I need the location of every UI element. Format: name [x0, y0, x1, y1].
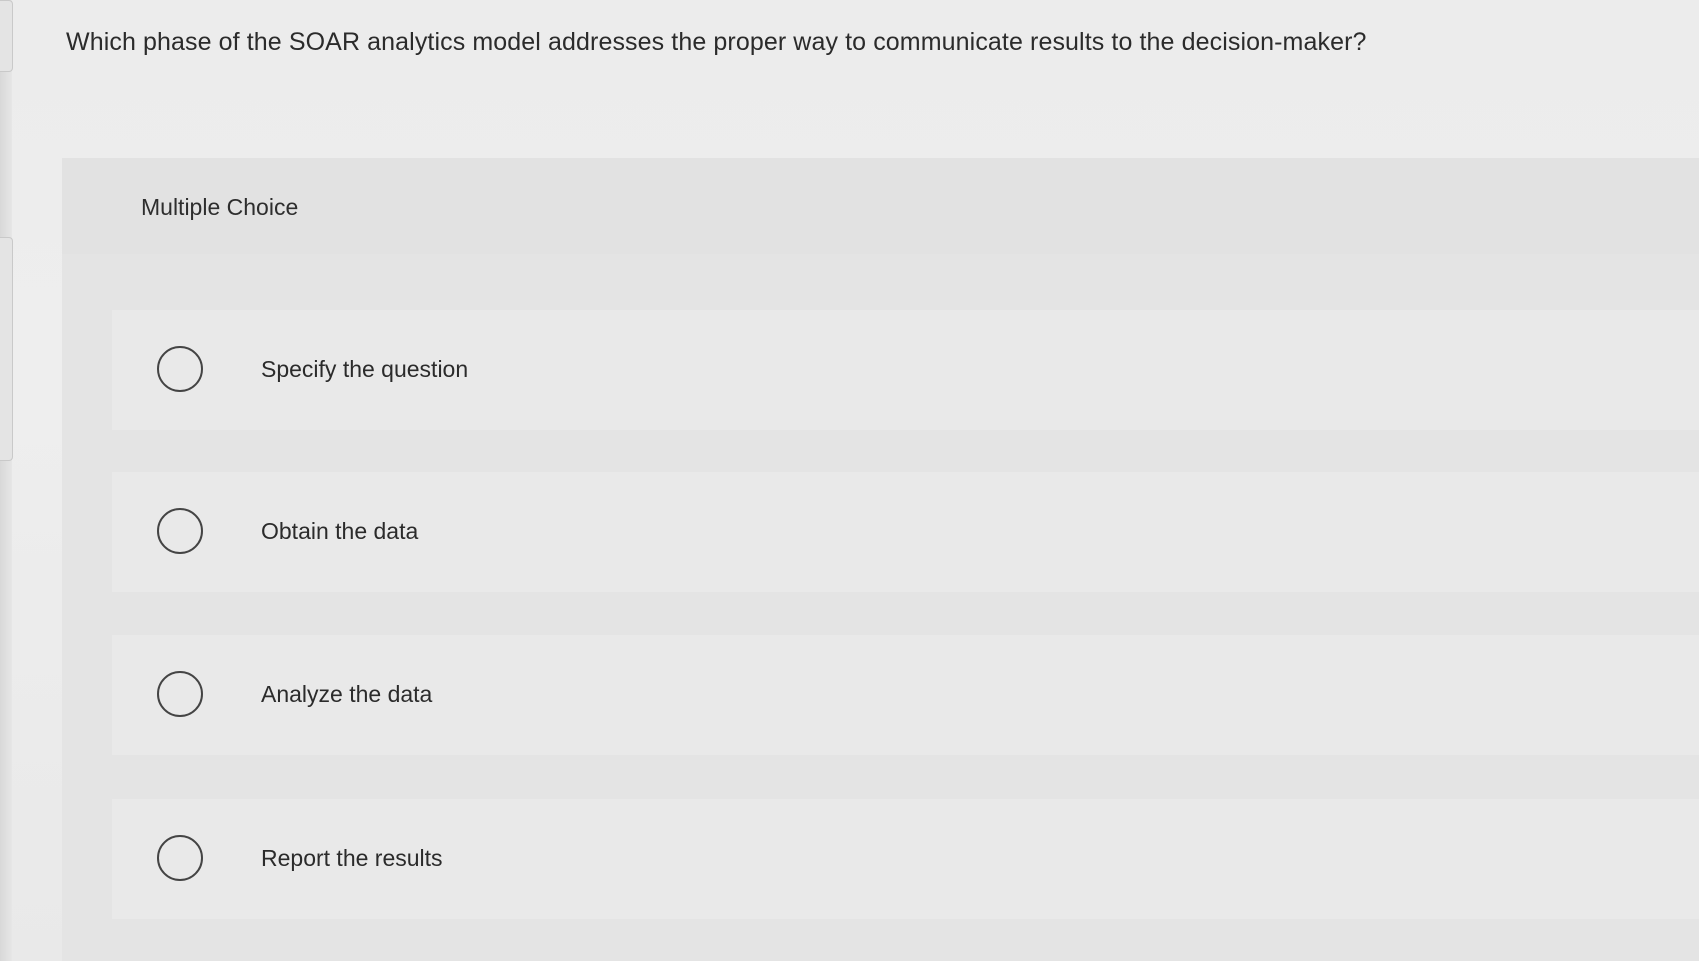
answer-option-obtain-data[interactable]: Obtain the data [112, 472, 1699, 592]
left-edge [0, 0, 12, 961]
left-edge-tab [0, 237, 13, 461]
radio-button[interactable] [157, 346, 203, 392]
question-text: Which phase of the SOAR analytics model … [66, 28, 1367, 56]
answer-option-label[interactable]: Obtain the data [261, 518, 418, 545]
radio-button[interactable] [157, 671, 203, 717]
answer-option-label[interactable]: Analyze the data [261, 681, 432, 708]
answer-option-label[interactable]: Report the results [261, 845, 443, 872]
multiple-choice-label: Multiple Choice [141, 194, 299, 220]
left-edge-tab [0, 0, 13, 72]
multiple-choice-header: Multiple Choice [62, 158, 1699, 254]
radio-button[interactable] [157, 835, 203, 881]
radio-button[interactable] [157, 508, 203, 554]
answer-option-report-results[interactable]: Report the results [112, 799, 1699, 919]
answer-option-specify-question[interactable]: Specify the question [112, 310, 1699, 430]
answer-option-label[interactable]: Specify the question [261, 356, 468, 383]
answer-option-analyze-data[interactable]: Analyze the data [112, 635, 1699, 755]
